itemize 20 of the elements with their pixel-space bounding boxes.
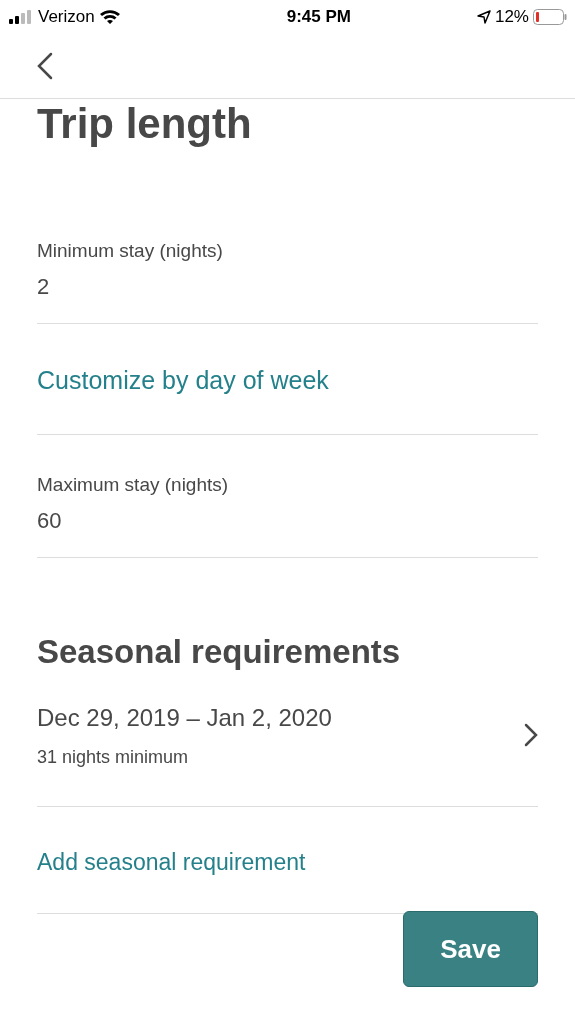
nights-minimum: 31 nights minimum	[37, 746, 190, 768]
date-range: Dec 29, 2019 – Jan 2, 2020	[37, 703, 332, 733]
field-value: 2	[37, 273, 51, 301]
field-label: Minimum stay (nights)	[37, 239, 224, 263]
page-title: Trip length	[37, 99, 253, 149]
signal-icon	[8, 9, 34, 24]
carrier-name: Verizon	[38, 5, 95, 28]
wifi-icon	[98, 8, 121, 25]
battery-icon	[533, 8, 567, 25]
customize-link[interactable]: Customize by day of week	[37, 364, 329, 396]
add-seasonal-link[interactable]: Add seasonal requirement	[37, 847, 306, 877]
field-label: Maximum stay (nights)	[37, 473, 230, 497]
section-heading: Seasonal requirements	[37, 632, 402, 672]
field-value: 60	[37, 507, 63, 535]
save-button[interactable]: Save	[403, 911, 538, 987]
seasonal-requirement-row[interactable]: Dec 29, 2019 – Jan 2, 2020 31 nights minimum	[37, 672, 538, 807]
location-arrow-icon	[476, 9, 491, 24]
chevron-right-icon	[524, 723, 538, 747]
status-time: 9:45 PM	[286, 5, 351, 28]
battery-percent: 12%	[494, 5, 529, 28]
